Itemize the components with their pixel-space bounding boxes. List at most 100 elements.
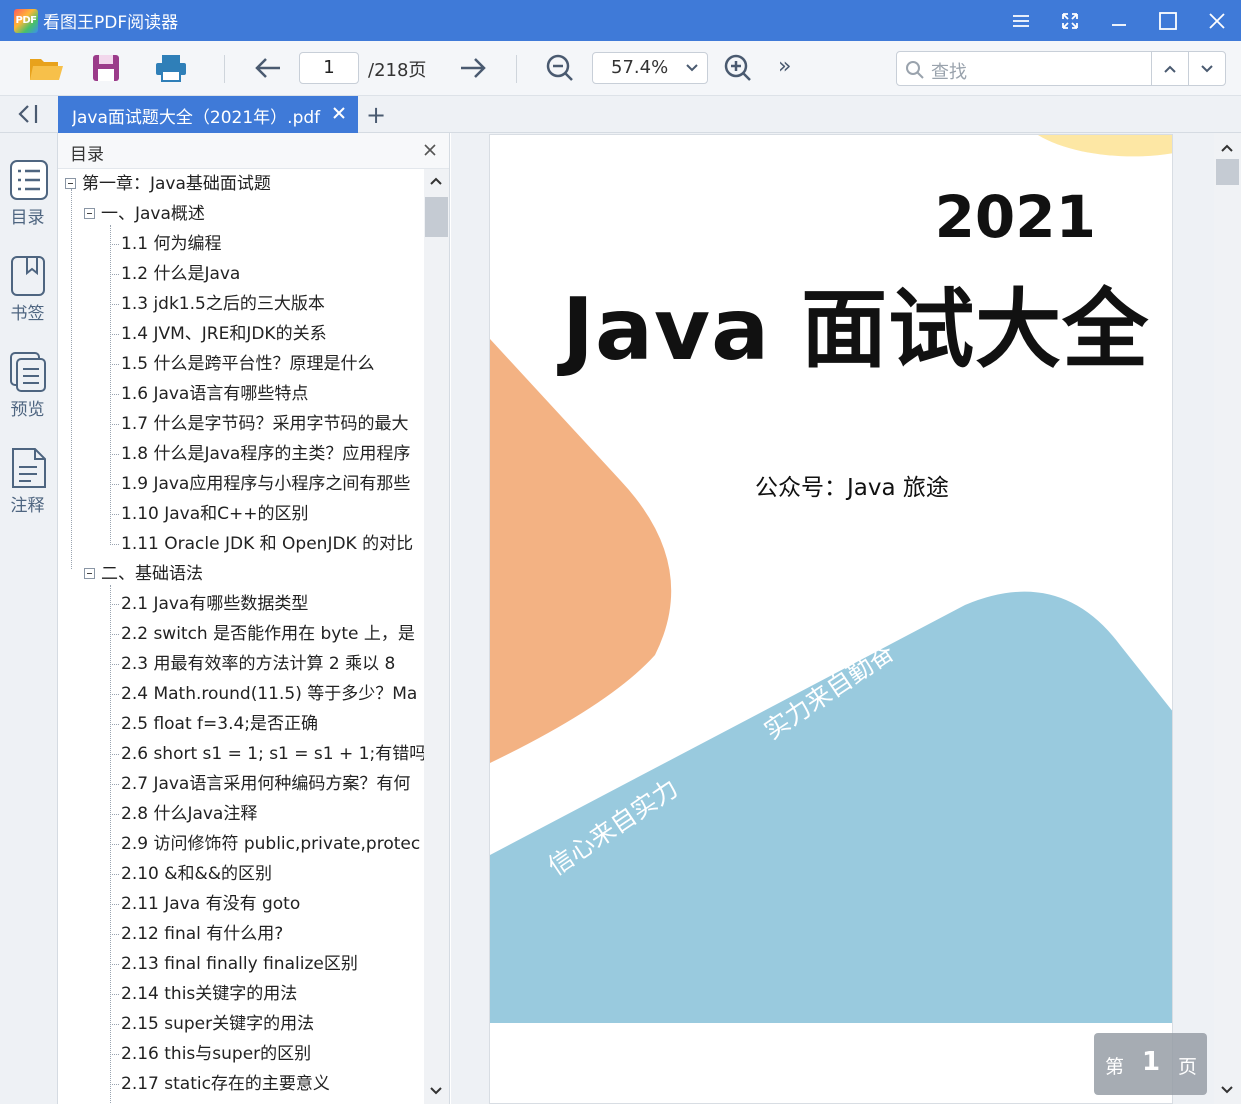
tree-connector — [110, 585, 111, 1104]
more-tools-button[interactable]: » — [778, 54, 791, 79]
open-file-button[interactable] — [28, 51, 64, 85]
close-icon[interactable] — [423, 143, 437, 157]
tree-connector — [110, 334, 119, 335]
add-tab-button[interactable]: + — [366, 101, 386, 129]
minimize-button[interactable] — [1094, 0, 1143, 41]
outline-item-label: 2.15 super关键字的用法 — [121, 1014, 315, 1034]
close-icon — [1208, 12, 1225, 29]
outline-section[interactable]: 第一章：Java基础面试题 — [58, 169, 424, 199]
outline-item[interactable]: 1.7 什么是字节码？采用字节码的最大 — [58, 409, 424, 439]
outline-item[interactable]: 2.7 Java语言采用何种编码方案？有何 — [58, 769, 424, 799]
outline-item[interactable]: 1.11 Oracle JDK 和 OpenJDK 的对比 — [58, 529, 424, 559]
outline-item[interactable]: 2.17 static存在的主要意义 — [58, 1069, 424, 1099]
rail-item-annotations[interactable]: 注释 — [0, 443, 58, 533]
outline-section[interactable]: 二、基础语法 — [58, 559, 424, 589]
outline-item[interactable]: 1.10 Java和C++的区别 — [58, 499, 424, 529]
rail-item-bookmarks[interactable]: 书签 — [0, 251, 58, 341]
outline-item[interactable]: 2.1 Java有哪些数据类型 — [58, 589, 424, 619]
page-indicator-prefix: 第 — [1105, 1056, 1125, 1078]
outline-item[interactable]: 2.9 访问修饰符 public,private,protec — [58, 829, 424, 859]
outline-item[interactable]: 1.9 Java应用程序与小程序之间有那些 — [58, 469, 424, 499]
tree-connector — [110, 724, 119, 725]
search-previous-button[interactable] — [1152, 52, 1188, 85]
outline-item-label: 2.1 Java有哪些数据类型 — [121, 594, 309, 614]
outline-item[interactable]: 1.4 JVM、JRE和JDK的关系 — [58, 319, 424, 349]
outline-item-label: 第一章：Java基础面试题 — [82, 174, 271, 194]
zoom-out-button[interactable] — [542, 51, 578, 85]
hamburger-icon — [1012, 14, 1029, 27]
search-input[interactable]: 查找 — [931, 58, 967, 84]
collapse-sidebar-button[interactable] — [14, 103, 40, 129]
rail-item-preview[interactable]: 预览 — [0, 347, 58, 437]
zoom-in-button[interactable] — [720, 51, 756, 85]
outline-item[interactable]: 2.5 float f=3.4;是否正确 — [58, 709, 424, 739]
orange-shape — [490, 339, 672, 763]
scroll-down-icon[interactable] — [1214, 1079, 1241, 1101]
collapse-toggle-icon[interactable] — [84, 568, 95, 579]
page-number-input[interactable]: 1 — [299, 52, 359, 84]
zoom-select[interactable]: 57.4% — [592, 52, 708, 84]
outline-item[interactable]: 2.10 &和&&的区别 — [58, 859, 424, 889]
tab-document[interactable]: Java面试题大全（2021年）.pdf — [58, 96, 358, 133]
page-indicator-suffix: 页 — [1178, 1056, 1198, 1078]
save-button[interactable] — [88, 51, 124, 85]
outline-item[interactable]: 1.6 Java语言有哪些特点 — [58, 379, 424, 409]
previous-page-button[interactable] — [250, 51, 286, 85]
outline-item[interactable]: 2.16 this与super的区别 — [58, 1039, 424, 1069]
minimize-icon — [1111, 23, 1126, 26]
toolbar-separator — [224, 55, 225, 83]
app-title: 看图王PDF阅读器 — [43, 13, 179, 33]
print-button[interactable] — [153, 51, 189, 85]
outline-item-label: 2.6 short s1 = 1; s1 = s1 + 1;有错吗? — [121, 744, 424, 764]
search-next-button[interactable] — [1189, 52, 1225, 85]
outline-item[interactable]: 2.6 short s1 = 1; s1 = s1 + 1;有错吗? — [58, 739, 424, 769]
outline-item-label: 2.3 用最有效率的方法计算 2 乘以 8 — [121, 654, 396, 674]
folder-icon — [30, 59, 63, 80]
maximize-button[interactable] — [1143, 0, 1192, 41]
outline-item-label: 2.14 this关键字的用法 — [121, 984, 298, 1004]
outline-item[interactable]: 2.12 final 有什么用? — [58, 919, 424, 949]
chevron-up-icon — [1164, 65, 1176, 73]
fullscreen-button[interactable] — [1045, 0, 1094, 41]
tree-connector — [71, 189, 72, 569]
outline-item[interactable]: 2.4 Math.round(11.5) 等于多少？Ma — [58, 679, 424, 709]
document-scroll-thumb[interactable] — [1216, 159, 1239, 185]
outline-item[interactable]: 1.8 什么是Java程序的主类？应用程序 — [58, 439, 424, 469]
bookmark-icon — [11, 256, 45, 296]
outline-scroll-thumb[interactable] — [425, 197, 448, 237]
collapse-left-icon — [18, 105, 38, 123]
scroll-up-icon[interactable] — [424, 171, 449, 191]
tree-connector — [110, 814, 119, 815]
menu-button[interactable] — [996, 0, 1045, 41]
close-icon[interactable] — [330, 104, 348, 122]
tab-strip: Java面试题大全（2021年）.pdf + — [0, 96, 1241, 133]
outline-item[interactable]: 2.3 用最有效率的方法计算 2 乘以 8 — [58, 649, 424, 679]
document-scrollbar[interactable] — [1214, 133, 1241, 1104]
outline-item[interactable]: 2.11 Java 有没有 goto — [58, 889, 424, 919]
outline-item[interactable]: 1.2 什么是Java — [58, 259, 424, 289]
printer-icon — [156, 55, 186, 82]
tree-connector — [110, 934, 119, 935]
outline-item[interactable]: 1.5 什么是跨平台性？原理是什么 — [58, 349, 424, 379]
scroll-down-icon[interactable] — [424, 1081, 449, 1101]
pdf-page: 2021 Java 面试大全 公众号：Java 旅途 实力来自勤奋 信心来自实力 — [489, 134, 1173, 1104]
outline-item[interactable]: 2.15 super关键字的用法 — [58, 1009, 424, 1039]
outline-item[interactable]: 1.3 jdk1.5之后的三大版本 — [58, 289, 424, 319]
side-rail: 目录 书签 预览 注释 — [0, 133, 58, 1104]
outline-item[interactable]: 2.14 this关键字的用法 — [58, 979, 424, 1009]
next-page-button[interactable] — [455, 51, 491, 85]
outline-item[interactable]: 2.13 final finally finalize区别 — [58, 949, 424, 979]
collapse-toggle-icon[interactable] — [84, 208, 95, 219]
outline-item[interactable]: 2.8 什么Java注释 — [58, 799, 424, 829]
outline-item[interactable]: 1.1 何为编程 — [58, 229, 424, 259]
rail-item-outline[interactable]: 目录 — [0, 155, 58, 245]
outline-item-label: 2.12 final 有什么用? — [121, 924, 284, 944]
outline-section[interactable]: 一、Java概述 — [58, 199, 424, 229]
outline-item-label: 1.6 Java语言有哪些特点 — [121, 384, 309, 404]
tree-connector — [110, 994, 119, 995]
close-button[interactable] — [1192, 0, 1241, 41]
collapse-toggle-icon[interactable] — [65, 178, 76, 189]
scroll-up-icon[interactable] — [1214, 137, 1241, 159]
outline-scrollbar[interactable] — [424, 169, 449, 1104]
outline-item[interactable]: 2.2 switch 是否能作用在 byte 上，是 — [58, 619, 424, 649]
